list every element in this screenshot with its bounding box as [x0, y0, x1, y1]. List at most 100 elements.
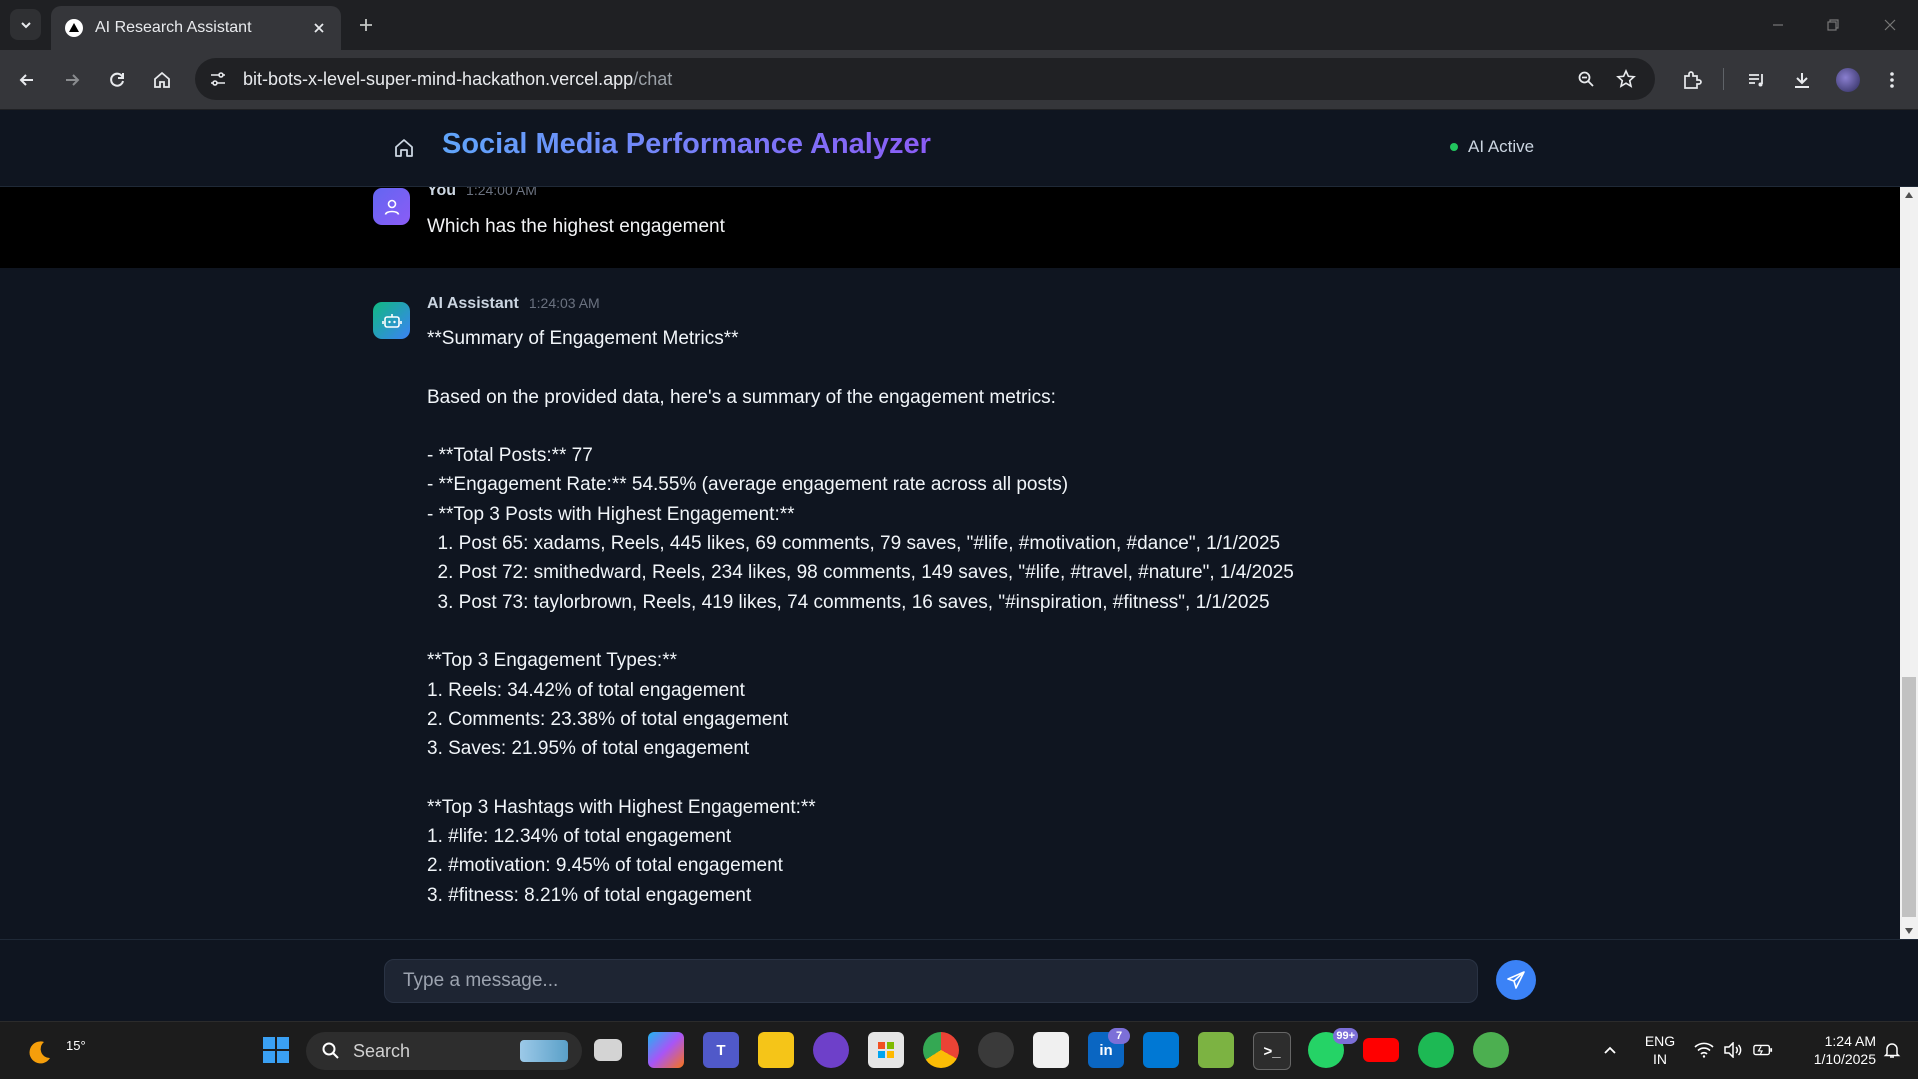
assistant-message-line: 2. Post 72: smithedward, Reels, 234 like…	[427, 562, 1294, 584]
whatsapp-icon[interactable]: 99+	[1308, 1028, 1358, 1068]
snipping-tool-icon[interactable]	[1033, 1032, 1069, 1068]
assistant-avatar	[373, 302, 410, 339]
teams-icon[interactable]: T	[703, 1032, 739, 1068]
playlist-icon	[1749, 74, 1763, 87]
tab-title: AI Research Assistant	[95, 19, 252, 36]
send-button[interactable]	[1496, 960, 1536, 1000]
arrow-right-icon	[66, 74, 80, 86]
spotify-icon[interactable]	[1418, 1032, 1454, 1068]
message-input[interactable]	[384, 959, 1478, 1003]
assistant-message-line	[427, 617, 1294, 646]
site-favicon-icon	[65, 19, 83, 37]
battery-icon[interactable]	[1753, 1040, 1773, 1060]
search-label: Search	[353, 1040, 411, 1061]
address-bar[interactable]: bit-bots-x-level-super-mind-hackathon.ve…	[195, 58, 1655, 100]
youtube-icon[interactable]	[1363, 1038, 1399, 1062]
downloads-button[interactable]	[1786, 64, 1818, 96]
taskbar-search[interactable]: Search	[306, 1032, 582, 1070]
assistant-message-line: 1. Reels: 34.42% of total engagement	[427, 679, 745, 701]
user-message-meta: You 1:24:00 AM	[427, 187, 537, 200]
site-info-icon[interactable]	[207, 68, 229, 90]
app-leaf-icon[interactable]	[1473, 1032, 1509, 1068]
windows-logo-icon	[263, 1037, 289, 1063]
assistant-message-meta: AI Assistant 1:24:03 AM	[427, 295, 600, 313]
download-icon	[1795, 73, 1809, 88]
forward-button[interactable]	[56, 64, 88, 96]
task-view-icon[interactable]	[594, 1039, 622, 1061]
system-clock[interactable]: 1:24 AM 1/10/2025	[1790, 1032, 1876, 1068]
reload-button[interactable]	[101, 64, 133, 96]
language-indicator[interactable]: ENG IN	[1640, 1032, 1680, 1068]
copilot-icon[interactable]	[648, 1032, 684, 1068]
unity-icon[interactable]	[978, 1032, 1014, 1068]
user-message-text: Which has the highest engagement	[427, 216, 725, 237]
linkedin-icon[interactable]: in 7	[1088, 1028, 1130, 1068]
back-button[interactable]	[11, 64, 43, 96]
browser-tab-active[interactable]: AI Research Assistant	[51, 6, 341, 50]
user-avatar	[373, 188, 410, 225]
search-highlight-icon	[520, 1040, 568, 1062]
url-text: bit-bots-x-level-super-mind-hackathon.ve…	[243, 68, 673, 89]
assistant-message-line: - **Engagement Rate:** 54.55% (average e…	[427, 474, 1069, 496]
weather-widget[interactable]: 15°	[24, 1030, 86, 1070]
region-code: IN	[1653, 1051, 1667, 1067]
close-window-button[interactable]	[1870, 10, 1910, 40]
status-label: AI Active	[1468, 137, 1535, 156]
chat-messages[interactable]: You 1:24:00 AM Which has the highest eng…	[0, 187, 1900, 939]
extensions-button[interactable]	[1676, 64, 1708, 96]
wifi-icon[interactable]	[1694, 1040, 1714, 1060]
restore-window-button[interactable]	[1813, 10, 1853, 40]
close-icon	[1884, 19, 1896, 31]
new-tab-button[interactable]	[353, 12, 379, 38]
scroll-up-arrow-icon[interactable]	[1900, 187, 1918, 203]
sender-name: You	[427, 187, 457, 199]
scrollbar-thumb[interactable]	[1902, 677, 1916, 917]
terminal-icon[interactable]: >_	[1253, 1032, 1291, 1070]
zoom-icon[interactable]	[1573, 66, 1599, 92]
app-header: Social Media Performance Analyzer AI Act…	[0, 110, 1918, 187]
notification-badge: 99+	[1333, 1028, 1358, 1044]
close-tab-icon[interactable]	[307, 16, 331, 40]
message-composer	[0, 939, 1918, 1022]
message-time: 1:24:00 AM	[466, 187, 537, 198]
tab-search-button[interactable]	[10, 9, 41, 40]
assistant-message-line: Based on the provided data, here's a sum…	[427, 386, 1056, 408]
profile-avatar[interactable]	[1832, 64, 1864, 96]
minimize-window-button[interactable]	[1758, 10, 1798, 40]
assistant-message-line: **Top 3 Hashtags with Highest Engagement…	[427, 796, 816, 818]
media-controls-button[interactable]	[1741, 64, 1773, 96]
notifications-bell-icon[interactable]	[1882, 1040, 1902, 1060]
assistant-message-line: - **Total Posts:** 77	[427, 445, 593, 467]
start-button[interactable]	[258, 1032, 294, 1068]
file-explorer-icon[interactable]	[758, 1032, 794, 1068]
image-editor-icon[interactable]	[1198, 1032, 1234, 1068]
assistant-message-line: 2. #motivation: 9.45% of total engagemen…	[427, 855, 783, 877]
arrow-left-icon	[19, 74, 33, 86]
microsoft-store-icon[interactable]	[868, 1032, 904, 1068]
assistant-message-line: 3. Saves: 21.95% of total engagement	[427, 738, 750, 760]
home-icon	[395, 139, 413, 157]
scroll-down-arrow-icon[interactable]	[1900, 923, 1918, 939]
restore-icon	[1827, 19, 1839, 31]
browser-menu-button[interactable]	[1876, 64, 1908, 96]
assistant-message-line: 1. #life: 12.34% of total engagement	[427, 826, 732, 848]
home-button[interactable]	[146, 64, 178, 96]
github-icon[interactable]	[813, 1032, 849, 1068]
user-icon	[384, 199, 399, 215]
assistant-message-line	[427, 763, 1294, 792]
bookmark-star-icon[interactable]	[1613, 66, 1639, 92]
vscode-icon[interactable]	[1143, 1032, 1179, 1068]
app-home-button[interactable]	[390, 134, 418, 162]
plus-icon	[360, 19, 372, 31]
minimize-icon	[1773, 24, 1783, 26]
moon-icon	[29, 1041, 50, 1064]
chat-scrollbar[interactable]	[1900, 187, 1918, 939]
volume-icon[interactable]	[1723, 1040, 1743, 1060]
assistant-message-line: 3. Post 73: taylorbrown, Reels, 419 like…	[427, 591, 1270, 613]
show-hidden-icons-chevron-up-icon[interactable]	[1600, 1040, 1620, 1060]
ai-status-indicator: AI Active	[1450, 137, 1534, 157]
chrome-icon[interactable]	[923, 1032, 959, 1068]
assistant-message-line: **Top 3 Engagement Types:**	[427, 650, 677, 672]
reload-icon	[110, 72, 124, 87]
search-icon	[322, 1042, 339, 1059]
